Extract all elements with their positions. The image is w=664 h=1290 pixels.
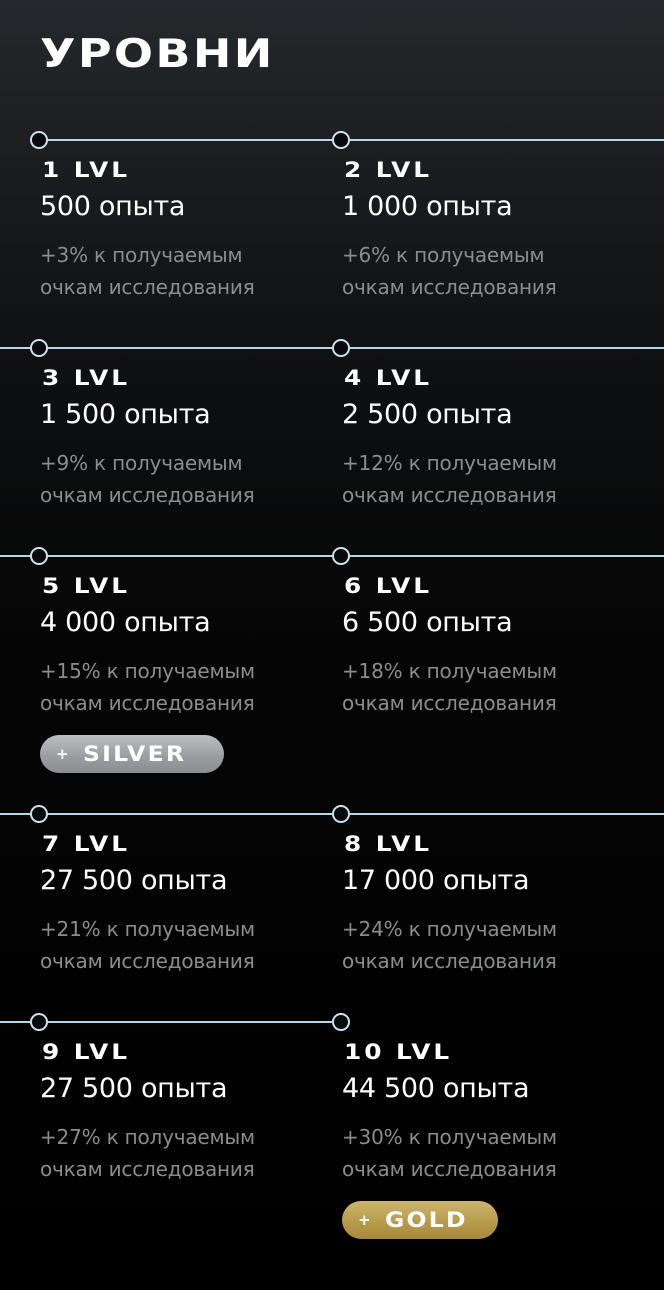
level-label: 9 LVL [42, 1040, 130, 1064]
silver-badge: + SILVER [40, 735, 224, 773]
timeline-node [332, 339, 350, 357]
timeline-node [332, 547, 350, 565]
timeline-node [332, 1013, 350, 1031]
level-row: 9 LVL 27 500 опыта +27% к получаемым очк… [0, 1013, 664, 1239]
level-exp: 500 опыта [40, 191, 186, 222]
level-exp: 44 500 опыта [342, 1073, 530, 1104]
level-label: 8 LVL [344, 832, 432, 856]
level-exp: 1 000 опыта [342, 191, 513, 222]
level-bonus: +12% к получаемым очкам исследования [342, 451, 557, 507]
level-label: 1 LVL [42, 158, 130, 182]
timeline-node [30, 1013, 48, 1031]
plus-icon: + [358, 1211, 373, 1229]
level-exp: 6 500 опыта [342, 607, 513, 638]
level-exp: 17 000 опыта [342, 865, 530, 896]
level-exp: 4 000 опыта [40, 607, 211, 638]
timeline-node [30, 805, 48, 823]
level-row: 1 LVL 500 опыта +3% к получаемым очкам и… [0, 131, 664, 339]
level-exp: 2 500 опыта [342, 399, 513, 430]
level-label: 10 LVL [344, 1040, 453, 1064]
level-bonus: +21% к получаемым очкам исследования [40, 917, 255, 973]
level-bonus: +27% к получаемым очкам исследования [40, 1125, 255, 1181]
level-bonus: +9% к получаемым очкам исследования [40, 451, 255, 507]
timeline-line [0, 1021, 342, 1023]
badge-label: GOLD [384, 1208, 468, 1232]
level-exp: 27 500 опыта [40, 865, 228, 896]
timeline-line [40, 139, 664, 141]
plus-icon: + [56, 745, 71, 763]
gold-badge: + GOLD [342, 1201, 498, 1239]
level-bonus: +24% к получаемым очкам исследования [342, 917, 557, 973]
level-bonus: +6% к получаемым очкам исследования [342, 243, 557, 299]
level-bonus: +30% к получаемым очкам исследования [342, 1125, 557, 1181]
timeline-node [332, 805, 350, 823]
level-bonus: +3% к получаемым очкам исследования [40, 243, 255, 299]
timeline-node [30, 339, 48, 357]
level-label: 6 LVL [344, 574, 432, 598]
level-bonus: +15% к получаемым очкам исследования [40, 659, 255, 715]
level-label: 4 LVL [344, 366, 432, 390]
level-exp: 27 500 опыта [40, 1073, 228, 1104]
level-bonus: +18% к получаемым очкам исследования [342, 659, 557, 715]
timeline-node [30, 131, 48, 149]
level-label: 5 LVL [42, 574, 130, 598]
level-row: 7 LVL 27 500 опыта +21% к получаемым очк… [0, 805, 664, 1013]
level-label: 2 LVL [344, 158, 432, 182]
timeline-node [332, 131, 350, 149]
page-title: УРОВНИ [40, 32, 275, 77]
level-exp: 1 500 опыта [40, 399, 211, 430]
level-label: 3 LVL [42, 366, 130, 390]
level-label: 7 LVL [42, 832, 130, 856]
level-row: 3 LVL 1 500 опыта +9% к получаемым очкам… [0, 339, 664, 547]
level-row: 5 LVL 4 000 опыта +15% к получаемым очка… [0, 547, 664, 773]
badge-label: SILVER [82, 742, 186, 766]
timeline-node [30, 547, 48, 565]
